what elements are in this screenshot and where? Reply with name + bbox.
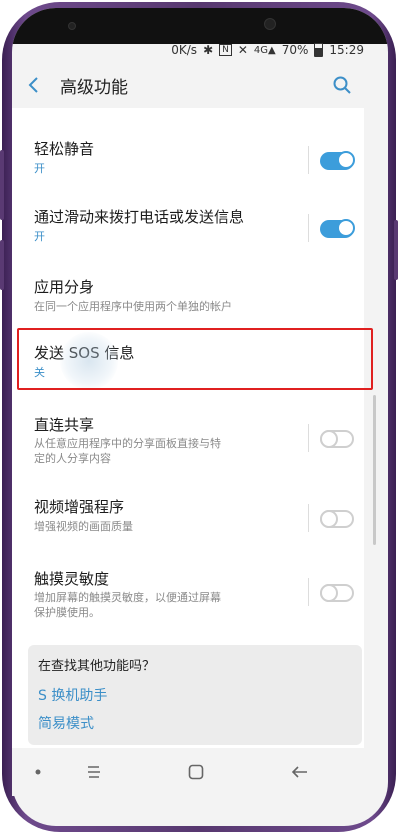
direct-share-toggle[interactable] — [320, 430, 354, 448]
sensor-icon — [68, 22, 76, 30]
page-title: 高级功能 — [60, 77, 128, 98]
item-title: 触摸灵敏度 — [34, 570, 110, 588]
divider — [308, 578, 309, 606]
status-bar: 0K/s ✱ N ✕ 4G▲ 70% 15:29 — [24, 36, 364, 64]
item-subtitle: 开 — [34, 230, 45, 243]
front-camera-icon — [264, 18, 276, 30]
divider — [308, 214, 309, 242]
touch-sensitivity-toggle[interactable] — [320, 584, 354, 602]
navigation-bar — [12, 748, 364, 796]
item-subtitle: 开 — [34, 162, 45, 175]
video-enhancer-toggle[interactable] — [320, 510, 354, 528]
search-icon[interactable] — [330, 73, 354, 97]
battery-level: 70% — [281, 43, 309, 57]
item-title: 轻松静音 — [34, 140, 95, 158]
power-button — [394, 220, 398, 280]
list-item-swipe-to-call[interactable]: 通过滑动来拨打电话或发送信息 开 — [12, 196, 364, 256]
suggestions-card: 在查找其他功能吗？ S 换机助手 简易模式 — [28, 645, 362, 745]
net-speed: 0K/s — [171, 43, 198, 57]
divider — [308, 146, 309, 174]
item-title: 视频增强程序 — [34, 498, 125, 516]
suggestions-heading: 在查找其他功能吗？ — [38, 659, 156, 674]
divider — [308, 504, 309, 532]
bixby-button — [0, 240, 4, 290]
bluetooth-icon: ✱ — [203, 43, 214, 57]
link-smart-switch[interactable]: S 换机助手 — [38, 685, 107, 705]
easy-mute-toggle[interactable] — [320, 151, 355, 170]
nfc-icon: N — [219, 44, 232, 56]
list-item-dual-messenger[interactable]: 应用分身 在同一个应用程序中使用两个单独的帐户 — [12, 266, 364, 326]
item-subtitle: 增强视频的画面质量 — [34, 520, 133, 533]
link-easy-mode[interactable]: 简易模式 — [38, 713, 94, 733]
list-item-touch-sensitivity[interactable]: 触摸灵敏度 增加屏幕的触摸灵敏度，以便通过屏幕 保护膜使用。 — [12, 558, 364, 628]
item-title: 应用分身 — [34, 278, 95, 296]
item-subtitle-line2: 保护膜使用。 — [34, 606, 100, 619]
battery-icon — [314, 43, 324, 57]
nav-dot-icon — [26, 760, 50, 784]
divider — [308, 424, 309, 452]
item-subtitle-line2: 定的人分享内容 — [34, 452, 111, 465]
mute-icon: ✕ — [237, 43, 248, 57]
list-item-easy-mute[interactable]: 轻松静音 开 — [12, 128, 364, 188]
home-icon[interactable] — [184, 760, 208, 784]
item-subtitle-line1: 从任意应用程序中的分享面板直接与特 — [34, 437, 221, 450]
signal-icon: 4G▲ — [253, 44, 276, 56]
scrollbar[interactable] — [373, 395, 376, 545]
item-subtitle-line1: 增加屏幕的触摸灵敏度，以便通过屏幕 — [34, 591, 221, 604]
swipe-to-call-toggle[interactable] — [320, 219, 355, 238]
sos-highlight-box — [17, 328, 373, 390]
list-item-direct-share[interactable]: 直连共享 从任意应用程序中的分享面板直接与特 定的人分享内容 — [12, 404, 364, 474]
volume-button — [0, 150, 4, 220]
back-nav-icon[interactable] — [288, 760, 312, 784]
item-title: 通过滑动来拨打电话或发送信息 — [34, 208, 245, 226]
item-subtitle: 在同一个应用程序中使用两个单独的帐户 — [34, 300, 232, 313]
back-icon[interactable] — [20, 71, 48, 99]
list-item-video-enhancer[interactable]: 视频增强程序 增强视频的画面质量 — [12, 486, 364, 546]
clock: 15:29 — [329, 43, 364, 57]
item-title: 直连共享 — [34, 416, 95, 434]
app-bar: 高级功能 — [12, 64, 364, 106]
recent-apps-icon[interactable] — [82, 760, 106, 784]
